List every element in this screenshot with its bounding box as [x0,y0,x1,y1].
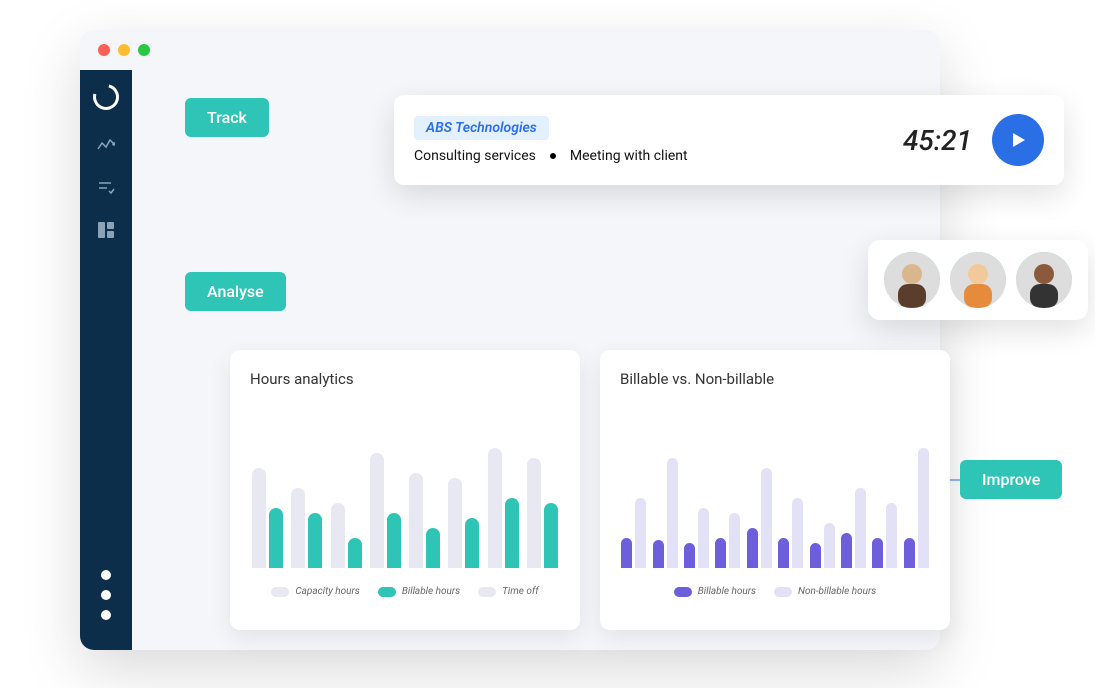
improve-tag: Improve [960,460,1062,499]
elapsed-time: 45:21 [903,124,972,157]
task-label: Meeting with client [570,148,688,164]
track-tag: Track [185,98,269,137]
maximize-icon[interactable] [138,44,150,56]
avatar[interactable] [950,252,1006,308]
separator-dot [550,153,556,159]
analyse-tag: Analyse [185,272,286,311]
sidebar-more-dots[interactable] [101,570,111,620]
avatar[interactable] [884,252,940,308]
avatar[interactable] [1016,252,1072,308]
minimize-icon[interactable] [118,44,130,56]
client-badge: ABS Technologies [414,116,549,140]
analytics-icon[interactable] [96,136,116,156]
timer-card: ABS Technologies Consulting services Mee… [394,95,1064,185]
titlebar [80,30,940,70]
dashboard-icon[interactable] [96,220,116,240]
hours-analytics-card: Hours analytics Capacity hoursBillable h… [230,350,580,630]
hours-legend: Capacity hoursBillable hoursTime off [250,586,560,597]
play-button[interactable] [992,114,1044,166]
play-icon [1008,130,1028,150]
app-logo-icon[interactable] [88,79,124,115]
close-icon[interactable] [98,44,110,56]
chart-title: Billable vs. Non-billable [620,370,930,388]
project-label: Consulting services [414,148,536,164]
tasks-icon[interactable] [96,178,116,198]
billable-bars [620,408,930,568]
billable-card: Billable vs. Non-billable Billable hours… [600,350,950,630]
sidebar [80,70,132,650]
hours-bars [250,408,560,568]
chart-title: Hours analytics [250,370,560,388]
billable-legend: Billable hoursNon-billable hours [620,586,930,597]
team-avatars-card [868,240,1088,320]
